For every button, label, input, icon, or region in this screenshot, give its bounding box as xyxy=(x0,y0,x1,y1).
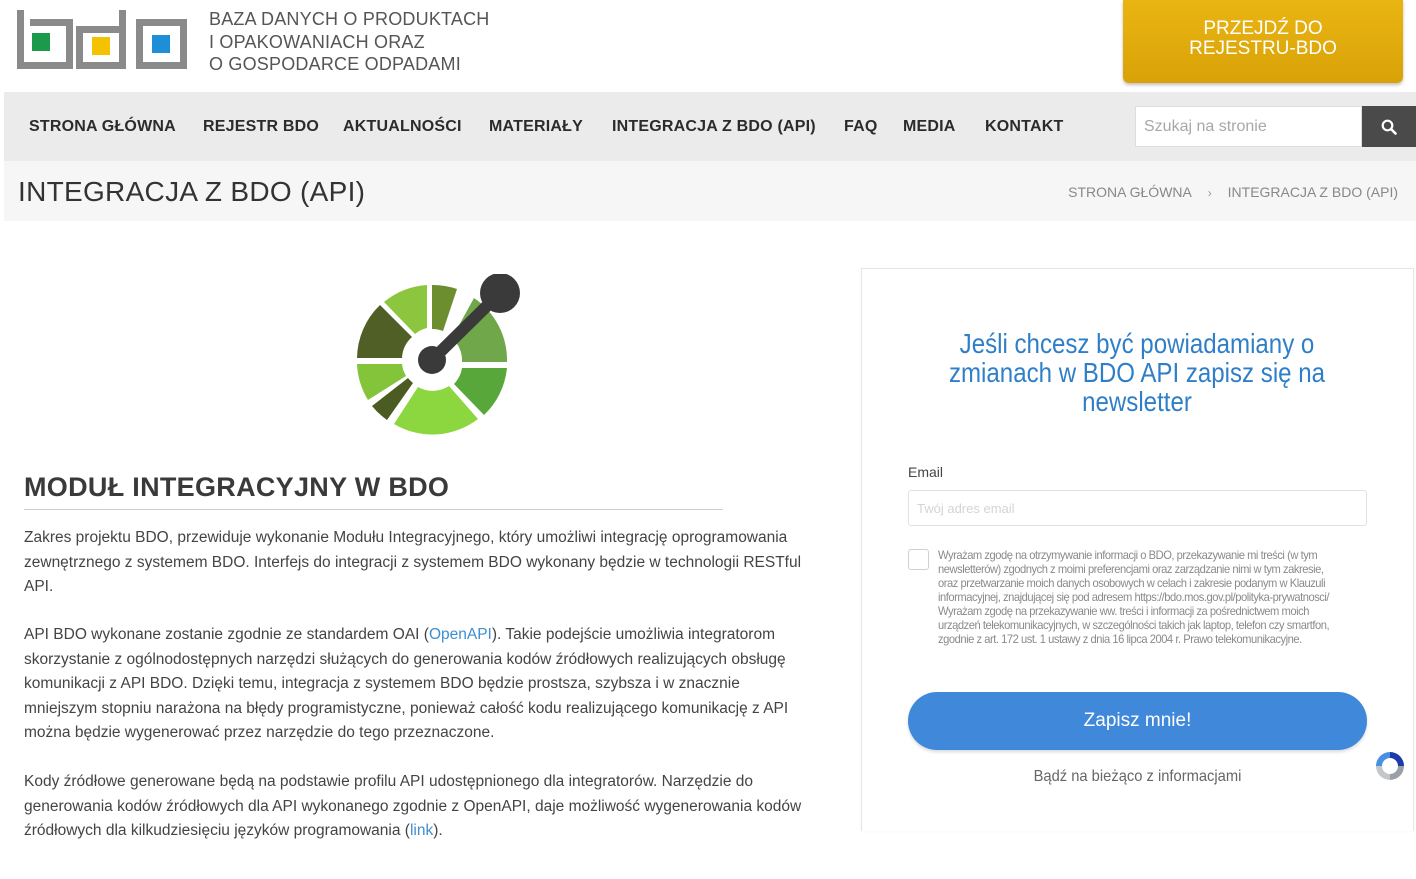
paragraph-openapi: API BDO wykonane zostanie zgodnie ze sta… xyxy=(24,623,814,746)
newsletter-footer: Bądź na bieżąco z informacjami xyxy=(1033,768,1242,785)
consent-text-telecom: Wyrażam zgodę na przekazywanie ww. treśc… xyxy=(938,604,1330,646)
openapi-logo xyxy=(357,274,520,435)
paragraph-scope: Zakres projektu BDO, przewiduje wykonani… xyxy=(24,529,802,595)
bdo-logo[interactable] xyxy=(16,10,188,70)
recaptcha-icon[interactable] xyxy=(1372,748,1408,784)
subscribe-button[interactable]: Zapisz mnie! xyxy=(908,692,1367,750)
cta-line: REJESTRU-BDO xyxy=(1189,38,1337,59)
search-button[interactable] xyxy=(1362,106,1416,147)
page-title: INTEGRACJA Z BDO (API) xyxy=(18,176,366,207)
breadcrumb-separator-icon: › xyxy=(1207,186,1212,200)
consent-checkbox[interactable] xyxy=(908,549,929,570)
main-nav: STRONA GŁÓWNA REJESTR BDO AKTUALNOŚCI MA… xyxy=(4,92,1416,161)
paragraph-codegen: Kody źródłowe generowane będą na podstaw… xyxy=(24,770,814,844)
nav-item-materials[interactable]: MATERIAŁY xyxy=(489,118,583,136)
email-input[interactable] xyxy=(908,490,1367,526)
cta-line: PRZEJDŹ DO xyxy=(1203,18,1323,39)
breadcrumb: STRONA GŁÓWNA › INTEGRACJA Z BDO (API) xyxy=(1068,184,1398,200)
breadcrumb-home[interactable]: STRONA GŁÓWNA xyxy=(1068,184,1192,200)
nav-item-contact[interactable]: KONTAKT xyxy=(985,118,1063,136)
nav-item-news[interactable]: AKTUALNOŚCI xyxy=(343,118,462,136)
logo-tagline-line: I OPAKOWANIACH ORAZ xyxy=(209,31,425,52)
nav-item-media[interactable]: MEDIA xyxy=(903,118,956,136)
openapi-link[interactable]: OpenAPI xyxy=(429,626,492,643)
nav-item-api[interactable]: INTEGRACJA Z BDO (API) xyxy=(612,118,816,136)
paragraph-text: ). Takie podejście umożliwia integratoro… xyxy=(24,626,789,741)
email-label: Email xyxy=(908,464,944,480)
section-divider xyxy=(24,509,723,510)
nav-item-registry[interactable]: REJESTR BDO xyxy=(203,118,319,136)
breadcrumb-current: INTEGRACJA Z BDO (API) xyxy=(1227,184,1398,200)
go-to-registry-button[interactable]: PRZEJDŹ DO REJESTRU-BDO xyxy=(1123,0,1403,83)
newsletter-panel: Jeśli chcesz być powiadamiany o zmianach… xyxy=(861,268,1414,831)
languages-link[interactable]: link xyxy=(410,822,433,839)
site-header: BAZA DANYCH O PRODUKTACH I OPAKOWANIACH … xyxy=(0,0,1416,92)
newsletter-heading: Jeśli chcesz być powiadamiany o zmianach… xyxy=(948,328,1326,417)
logo-tagline-line: O GOSPODARCE ODPADAMI xyxy=(209,54,461,74)
logo-tagline: BAZA DANYCH O PRODUKTACH I OPAKOWANIACH … xyxy=(209,8,490,76)
paragraph-text: API BDO wykonane zostanie zgodnie ze sta… xyxy=(24,626,429,643)
search-input[interactable] xyxy=(1135,106,1362,147)
nav-item-home[interactable]: STRONA GŁÓWNA xyxy=(29,118,176,136)
section-title: MODUŁ INTEGRACYJNY W BDO xyxy=(24,472,450,502)
paragraph-text: ). xyxy=(433,822,443,839)
logo-tagline-line: BAZA DANYCH O PRODUKTACH xyxy=(209,9,490,29)
page-title-bar: INTEGRACJA Z BDO (API) STRONA GŁÓWNA › I… xyxy=(4,161,1416,221)
consent-text-marketing: Wyrażam zgodę na otrzymywanie informacji… xyxy=(938,548,1330,604)
search-icon xyxy=(1381,119,1397,135)
nav-item-faq[interactable]: FAQ xyxy=(844,118,878,136)
consent-text: Wyrażam zgodę na otrzymywanie informacji… xyxy=(938,548,1338,646)
